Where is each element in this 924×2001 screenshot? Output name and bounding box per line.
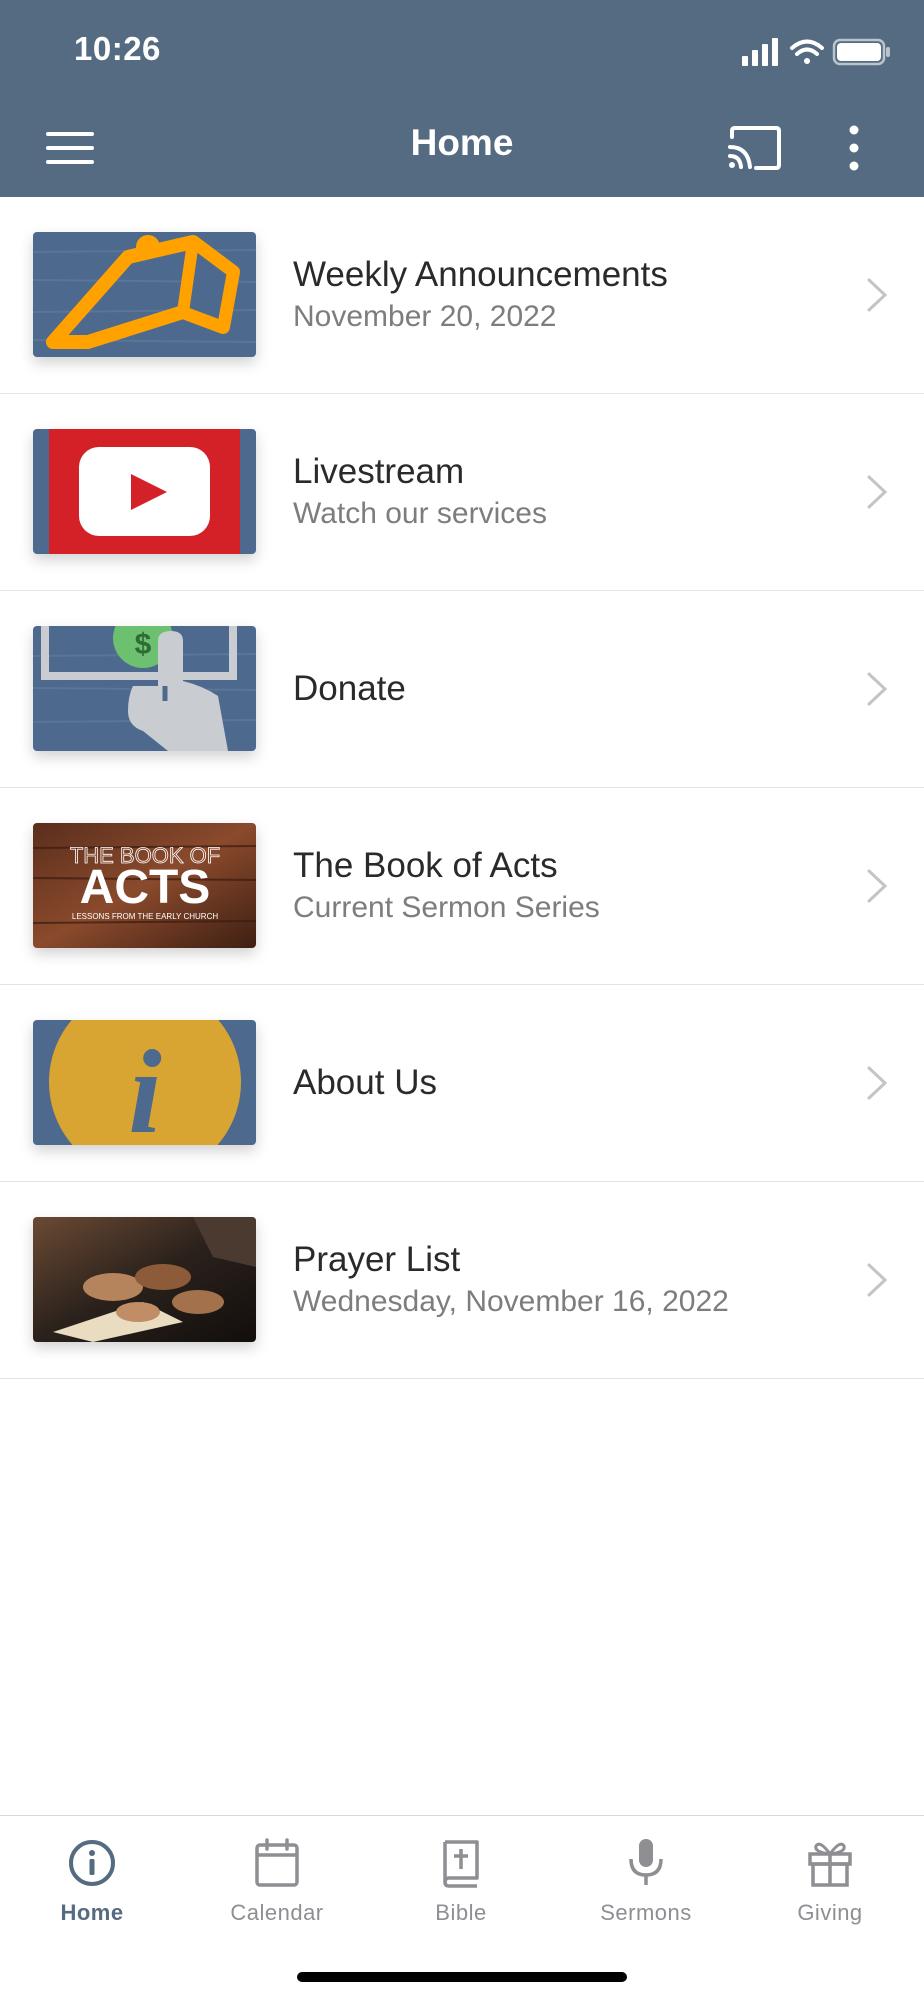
battery-icon — [832, 38, 890, 66]
item-title: Weekly Announcements — [293, 255, 668, 294]
tab-sermons[interactable]: Sermons — [571, 1836, 721, 1926]
chevron-right-icon — [867, 869, 888, 903]
tab-calendar[interactable]: Calendar — [202, 1836, 352, 1926]
announcements-thumbnail — [33, 232, 256, 357]
tab-label: Bible — [435, 1900, 487, 1925]
more-options-button[interactable] — [832, 116, 876, 180]
calendar-icon — [255, 1838, 299, 1887]
signal-icon — [742, 38, 778, 66]
item-subtitle: Current Sermon Series — [293, 891, 600, 924]
gift-icon — [808, 1842, 852, 1887]
info-circle-icon — [69, 1840, 115, 1886]
item-title: Donate — [293, 669, 406, 708]
home-indicator — [297, 1972, 627, 1982]
header-bar: 10:26 Home — [0, 0, 924, 197]
list-item-weekly-announcements[interactable]: Weekly Announcements November 20, 2022 — [0, 197, 924, 394]
item-title: About Us — [293, 1063, 437, 1102]
status-icons — [742, 36, 892, 66]
tab-label: Home — [60, 1900, 124, 1925]
tab-label: Giving — [797, 1900, 863, 1925]
item-title: The Book of Acts — [293, 846, 558, 885]
tab-label: Calendar — [230, 1900, 324, 1925]
tab-home[interactable]: Home — [17, 1836, 167, 1926]
list-item-about-us[interactable]: i About Us — [0, 985, 924, 1182]
status-time: 10:26 — [74, 30, 161, 67]
book-of-acts-thumbnail: THE BOOK OF ACTS LESSONS FROM THE EARLY … — [33, 823, 256, 948]
cast-button[interactable] — [720, 120, 788, 176]
acts-thumb-main-text: ACTS — [80, 861, 211, 914]
tab-bible[interactable]: Bible — [386, 1836, 536, 1926]
chevron-right-icon — [867, 1263, 888, 1297]
item-subtitle: Wednesday, November 16, 2022 — [293, 1285, 729, 1318]
content-list: Weekly Announcements November 20, 2022 L… — [0, 197, 924, 1379]
dollar-sign: $ — [135, 628, 152, 661]
item-title: Prayer List — [293, 1240, 461, 1279]
cast-icon — [728, 126, 781, 170]
chevron-right-icon — [867, 475, 888, 509]
more-vertical-icon — [849, 125, 859, 171]
chevron-right-icon — [867, 672, 888, 706]
microphone-icon — [629, 1839, 663, 1885]
livestream-thumbnail — [33, 429, 256, 554]
bible-icon — [443, 1840, 479, 1888]
wifi-icon — [790, 39, 824, 64]
about-us-thumbnail: i — [33, 1020, 256, 1145]
item-subtitle: Watch our services — [293, 497, 547, 530]
chevron-right-icon — [867, 278, 888, 312]
prayer-list-thumbnail — [33, 1217, 256, 1342]
list-item-donate[interactable]: $ Donate — [0, 591, 924, 788]
list-item-book-of-acts[interactable]: THE BOOK OF ACTS LESSONS FROM THE EARLY … — [0, 788, 924, 985]
chevron-right-icon — [867, 1066, 888, 1100]
tab-label: Sermons — [600, 1900, 692, 1925]
list-item-livestream[interactable]: Livestream Watch our services — [0, 394, 924, 591]
info-letter: i — [128, 1025, 161, 1145]
item-subtitle: November 20, 2022 — [293, 300, 557, 333]
item-title: Livestream — [293, 452, 465, 491]
acts-thumb-bottom-text: LESSONS FROM THE EARLY CHURCH — [72, 912, 218, 921]
list-item-prayer-list[interactable]: Prayer List Wednesday, November 16, 2022 — [0, 1182, 924, 1379]
donate-thumbnail: $ — [33, 626, 256, 751]
tab-giving[interactable]: Giving — [755, 1836, 905, 1926]
